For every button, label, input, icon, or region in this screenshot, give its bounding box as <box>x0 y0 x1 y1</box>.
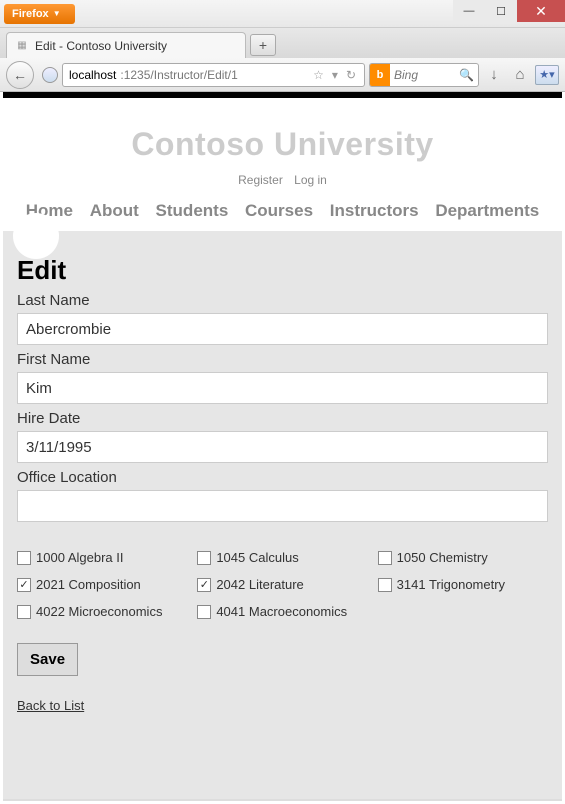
url-host: localhost <box>69 68 116 82</box>
window-close-button[interactable]: ✕ <box>517 0 565 22</box>
course-label: 4022 Microeconomics <box>36 604 162 619</box>
site-header: Contoso University Register Log in Home … <box>3 98 562 231</box>
input-hire-date[interactable] <box>17 431 548 463</box>
tab-bar: ▦ Edit - Contoso University + <box>0 28 565 58</box>
window-minimize-button[interactable]: — <box>453 0 485 22</box>
course-label: 1000 Algebra II <box>36 550 123 565</box>
main-nav: Home About Students Courses Instructors … <box>13 201 552 221</box>
nav-departments[interactable]: Departments <box>435 201 539 220</box>
arrow-left-icon: ← <box>13 67 27 83</box>
input-last-name[interactable] <box>17 313 548 345</box>
course-item[interactable]: 1000 Algebra II <box>17 550 187 565</box>
star-icon[interactable]: ☆ <box>311 68 326 82</box>
label-last-name: Last Name <box>17 292 548 309</box>
checkbox-icon[interactable] <box>197 605 211 619</box>
course-label: 2042 Literature <box>216 577 303 592</box>
search-go-icon[interactable]: 🔍 <box>455 68 478 82</box>
window-titlebar: Firefox ▼ — ☐ ✕ <box>0 0 565 28</box>
url-bar[interactable]: localhost :1235/Instructor/Edit/1 ☆ ▾ ↻ <box>62 63 365 87</box>
checkbox-icon[interactable]: ✓ <box>197 578 211 592</box>
page-icon: ▦ <box>15 39 29 53</box>
page-heading: Edit <box>17 255 548 286</box>
firefox-menu-button[interactable]: Firefox ▼ <box>4 4 75 24</box>
tab-title: Edit - Contoso University <box>35 39 167 53</box>
firefox-label: Firefox <box>12 8 49 20</box>
content-body: Edit Last Name First Name Hire Date Offi… <box>3 231 562 801</box>
nav-toolbar: ← localhost :1235/Instructor/Edit/1 ☆ ▾ ↻… <box>0 58 565 92</box>
bing-icon: b <box>370 64 390 86</box>
dropdown-icon[interactable]: ▾ <box>330 68 340 82</box>
save-button[interactable]: Save <box>17 643 78 676</box>
checkbox-icon[interactable] <box>378 578 392 592</box>
course-item[interactable]: ✓ 2021 Composition <box>17 577 187 592</box>
course-label: 1050 Chemistry <box>397 550 488 565</box>
course-label: 3141 Trigonometry <box>397 577 505 592</box>
window-controls: — ☐ ✕ <box>453 0 565 22</box>
checkbox-icon[interactable]: ✓ <box>17 578 31 592</box>
course-item[interactable]: 4022 Microeconomics <box>17 604 187 619</box>
register-link[interactable]: Register <box>238 173 283 187</box>
courses-grid: 1000 Algebra II 1045 Calculus 1050 Chemist… <box>17 550 548 619</box>
home-icon[interactable]: ⌂ <box>509 66 531 83</box>
edit-form: Edit Last Name First Name Hire Date Offi… <box>3 255 562 713</box>
globe-icon <box>42 67 58 83</box>
avatar-placeholder <box>13 213 59 259</box>
course-item[interactable]: ✓ 2042 Literature <box>197 577 367 592</box>
browser-tab[interactable]: ▦ Edit - Contoso University <box>6 32 246 58</box>
course-label: 4041 Macroeconomics <box>216 604 347 619</box>
window-maximize-button[interactable]: ☐ <box>485 0 517 22</box>
label-hire-date: Hire Date <box>17 410 548 427</box>
checkbox-icon[interactable] <box>17 605 31 619</box>
nav-students[interactable]: Students <box>156 201 229 220</box>
label-first-name: First Name <box>17 351 548 368</box>
account-links: Register Log in <box>13 173 552 187</box>
checkbox-icon[interactable] <box>197 551 211 565</box>
reload-icon[interactable]: ↻ <box>344 68 358 82</box>
checkbox-icon[interactable] <box>378 551 392 565</box>
page-viewport: Contoso University Register Log in Home … <box>3 92 562 801</box>
course-item[interactable]: 1050 Chemistry <box>378 550 548 565</box>
new-tab-button[interactable]: + <box>250 34 276 56</box>
label-office: Office Location <box>17 469 548 486</box>
back-to-list-link[interactable]: Back to List <box>17 698 84 713</box>
back-button[interactable]: ← <box>6 61 34 89</box>
downloads-icon[interactable]: ↓ <box>483 66 505 83</box>
course-item[interactable]: 3141 Trigonometry <box>378 577 548 592</box>
nav-about[interactable]: About <box>90 201 139 220</box>
url-path: :1235/Instructor/Edit/1 <box>120 68 237 82</box>
course-item[interactable]: 1045 Calculus <box>197 550 367 565</box>
input-office[interactable] <box>17 490 548 522</box>
login-link[interactable]: Log in <box>294 173 327 187</box>
course-label: 1045 Calculus <box>216 550 298 565</box>
nav-instructors[interactable]: Instructors <box>330 201 419 220</box>
bookmarks-button[interactable]: ★▾ <box>535 65 559 85</box>
nav-courses[interactable]: Courses <box>245 201 313 220</box>
input-first-name[interactable] <box>17 372 548 404</box>
checkbox-icon[interactable] <box>17 551 31 565</box>
search-placeholder: Bing <box>390 68 455 82</box>
search-bar[interactable]: b Bing 🔍 <box>369 63 479 87</box>
course-item[interactable]: 4041 Macroeconomics <box>197 604 367 619</box>
site-title: Contoso University <box>13 126 552 163</box>
chevron-down-icon: ▼ <box>53 9 61 18</box>
course-label: 2021 Composition <box>36 577 141 592</box>
page-footer: © 2013 - Contoso University <box>3 799 562 801</box>
